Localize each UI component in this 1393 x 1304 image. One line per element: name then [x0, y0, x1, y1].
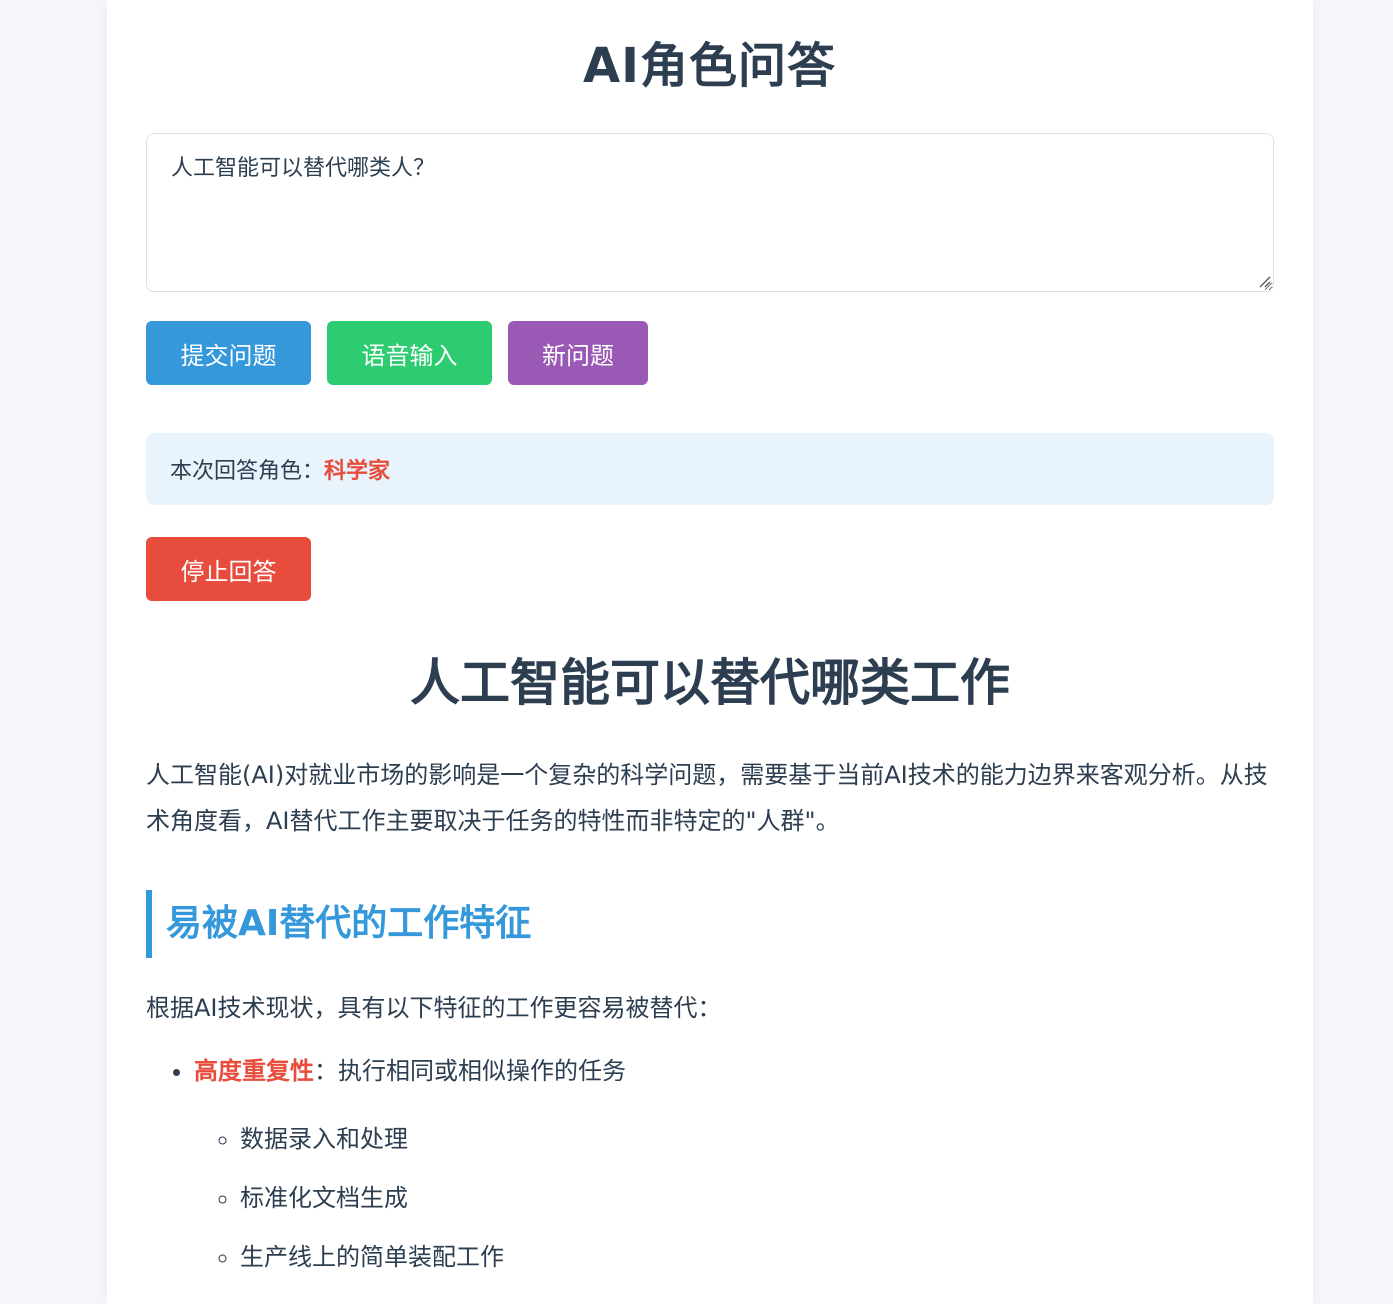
submit-button[interactable]: 提交问题: [146, 321, 311, 385]
page-title: AI角色问答: [582, 38, 836, 94]
role-name: 科学家: [324, 459, 391, 484]
role-banner: 本次回答角色： 科学家: [146, 433, 1274, 505]
feature-description: ：执行相同或相似操作的任务: [314, 1057, 626, 1085]
new-question-button[interactable]: 新问题: [508, 321, 648, 385]
feature-list: 高度重复性：执行相同或相似操作的任务 数据录入和处理 标准化文档生成 生产线上的…: [146, 1052, 1274, 1276]
role-label: 本次回答角色：: [170, 459, 325, 484]
list-item: 生产线上的简单装配工作: [240, 1238, 1274, 1276]
question-input[interactable]: 人工智能可以替代哪类人？: [146, 133, 1274, 292]
answer-title: 人工智能可以替代哪类工作: [410, 654, 1010, 712]
feature-name: 高度重复性: [194, 1057, 314, 1085]
list-item: 标准化文档生成: [240, 1179, 1274, 1217]
section-heading: 易被AI替代的工作特征: [146, 890, 1274, 958]
answer-content: 人工智能可以替代哪类工作 人工智能(AI)对就业市场的影响是一个复杂的科学问题，…: [146, 640, 1274, 1297]
stop-answer-button[interactable]: 停止回答: [146, 537, 311, 601]
answer-intro: 人工智能(AI)对就业市场的影响是一个复杂的科学问题，需要基于当前AI技术的能力…: [146, 761, 1268, 835]
main-container: AI角色问答 人工智能可以替代哪类人？ 提交问题 语音输入 新问题 本次回答角色…: [107, 0, 1313, 1304]
resize-handle-icon[interactable]: [1257, 274, 1271, 288]
section-lead: 根据AI技术现状，具有以下特征的工作更容易被替代：: [146, 994, 722, 1022]
list-item: 数据录入和处理: [240, 1120, 1274, 1158]
voice-input-button[interactable]: 语音输入: [327, 321, 492, 385]
list-item: 高度重复性：执行相同或相似操作的任务 数据录入和处理 标准化文档生成 生产线上的…: [194, 1052, 1274, 1276]
example-list: 数据录入和处理 标准化文档生成 生产线上的简单装配工作: [194, 1120, 1274, 1276]
